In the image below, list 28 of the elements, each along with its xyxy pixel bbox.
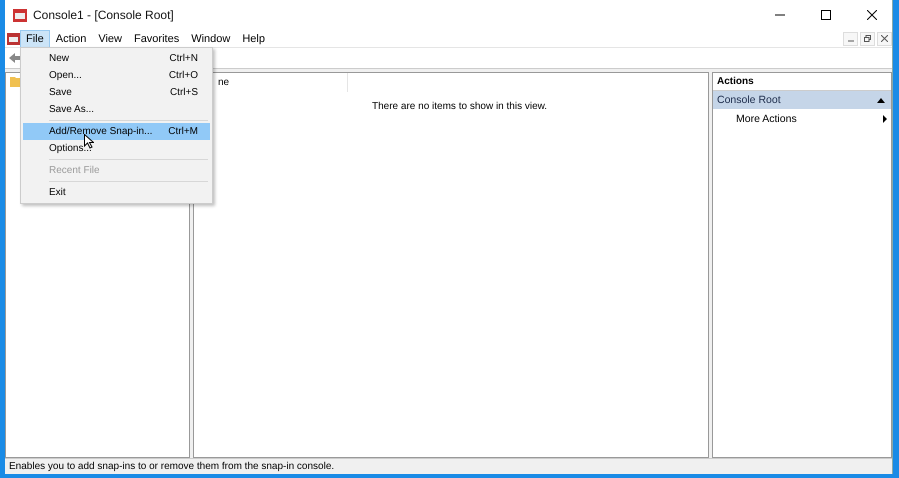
menu-item[interactable]: View: [92, 30, 128, 48]
console-icon: [13, 8, 27, 22]
action-item[interactable]: More Actions: [713, 109, 891, 129]
window-title: Console1 - [Console Root]: [33, 8, 175, 22]
restore-icon: [864, 35, 871, 42]
menu-item[interactable]: File: [20, 30, 50, 48]
menu-item[interactable]: Favorites: [128, 30, 186, 48]
collapse-icon: [877, 98, 885, 102]
menu-option[interactable]: Save As...: [23, 101, 210, 118]
menu-item[interactable]: Window: [185, 30, 236, 48]
menu-option[interactable]: New Ctrl+N: [23, 50, 210, 67]
back-arrow-icon[interactable]: [9, 53, 21, 63]
restore-button[interactable]: [860, 32, 875, 46]
menu-item[interactable]: Help: [236, 30, 271, 48]
minimize-button[interactable]: [843, 32, 858, 46]
menu-option[interactable]: Exit: [23, 184, 210, 201]
menu-option[interactable]: Options...: [23, 140, 210, 157]
maximize-icon: [821, 10, 831, 20]
console-icon[interactable]: [7, 32, 20, 44]
status-bar: Enables you to add snap-ins to or remove them from the snap-in console.: [5, 458, 892, 474]
menu-item[interactable]: Action: [50, 30, 92, 48]
menu-option[interactable]: Add/Remove Snap-in... Ctrl+M: [23, 123, 210, 140]
empty-message: There are no items to show in this view.: [372, 101, 548, 112]
actions-section[interactable]: Console Root: [713, 91, 891, 109]
close-button[interactable]: [877, 32, 892, 46]
close-icon: [867, 10, 877, 20]
submenu-arrow-icon: [883, 115, 887, 123]
close-icon: [881, 35, 888, 42]
